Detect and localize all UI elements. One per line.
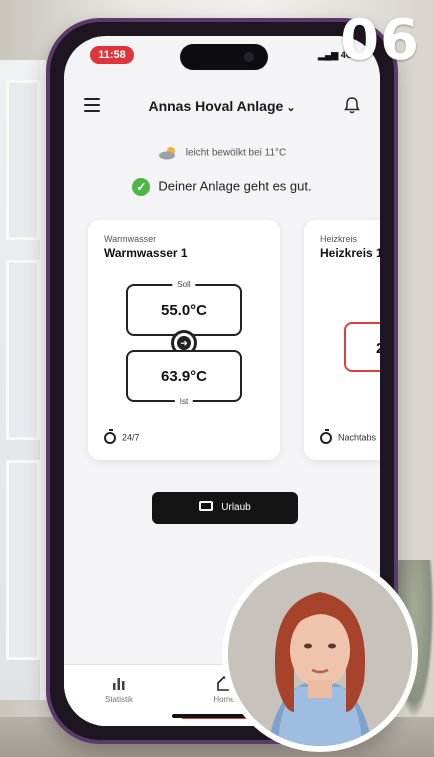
actual-temp-label: Ist bbox=[174, 397, 194, 406]
card-title: Heizkreis 1 bbox=[320, 246, 380, 260]
status-bar: 11:58 ▂▄▆ 4G bbox=[64, 36, 380, 80]
actual-temp-value: 63.9°C bbox=[160, 368, 208, 385]
window-pane bbox=[6, 260, 40, 440]
window-pane bbox=[6, 460, 40, 660]
vacation-button[interactable]: Urlaub bbox=[152, 492, 298, 524]
heating-value: 2 bbox=[376, 340, 380, 357]
signal-bars-icon: ▂▄▆ bbox=[318, 50, 339, 60]
bell-icon[interactable] bbox=[344, 96, 360, 114]
card-category: Heizkreis bbox=[320, 234, 358, 244]
setpoint-label: Soll bbox=[172, 280, 196, 289]
actual-temp-box: 63.9°C Ist bbox=[126, 350, 242, 406]
episode-number: 06 bbox=[340, 8, 420, 73]
window-pane bbox=[6, 80, 40, 240]
app-header: Annas Hoval Anlage ⌄ bbox=[64, 92, 380, 122]
schedule-info: 24/7 bbox=[104, 429, 140, 444]
system-status-text: Deiner Anlage geht es gut. bbox=[158, 178, 312, 194]
card-category: Warmwasser bbox=[104, 234, 157, 244]
schedule-text: Nachtabs bbox=[338, 432, 377, 443]
dynamic-island bbox=[180, 44, 268, 70]
setpoint-box[interactable]: Soll 55.0°C bbox=[126, 280, 242, 336]
arrow-right-icon: ➜ bbox=[177, 336, 191, 350]
nav-label: Statistik bbox=[104, 695, 133, 704]
chevron-down-icon: ⌄ bbox=[286, 102, 296, 114]
heating-value-box[interactable]: 2 bbox=[344, 322, 380, 372]
check-circle-icon: ✓ bbox=[132, 178, 151, 196]
partly-cloudy-icon bbox=[158, 147, 175, 160]
heizkreis-card[interactable]: Heizkreis Heizkreis 1 2 Nachtabs bbox=[304, 220, 380, 460]
weather-text: leicht bewölkt bei 11°C bbox=[185, 147, 287, 159]
weather-info: leicht bewölkt bei 11°C bbox=[64, 146, 380, 160]
presenter-portrait bbox=[228, 562, 412, 746]
stopwatch-icon bbox=[320, 429, 332, 444]
schedule-text: 24/7 bbox=[122, 432, 140, 443]
warmwasser-card[interactable]: Warmwasser Warmwasser 1 Soll 55.0°C ➜ 63… bbox=[88, 220, 280, 460]
vacation-label: Urlaub bbox=[221, 502, 251, 513]
suitcase-icon bbox=[199, 501, 214, 512]
window bbox=[0, 60, 46, 700]
nav-statistik[interactable]: Statistik bbox=[94, 675, 144, 704]
bar-chart-icon bbox=[113, 678, 125, 690]
presenter-facecam bbox=[222, 556, 418, 752]
status-time: 11:58 bbox=[90, 46, 134, 64]
schedule-info: Nachtabs bbox=[320, 429, 377, 444]
system-status: ✓ Deiner Anlage geht es gut. bbox=[64, 178, 380, 196]
card-title: Warmwasser 1 bbox=[104, 246, 188, 260]
installation-selector[interactable]: Annas Hoval Anlage ⌄ bbox=[64, 98, 380, 114]
stopwatch-icon bbox=[104, 429, 116, 444]
page-title: Annas Hoval Anlage bbox=[148, 98, 284, 114]
setpoint-value: 55.0°C bbox=[160, 302, 208, 319]
